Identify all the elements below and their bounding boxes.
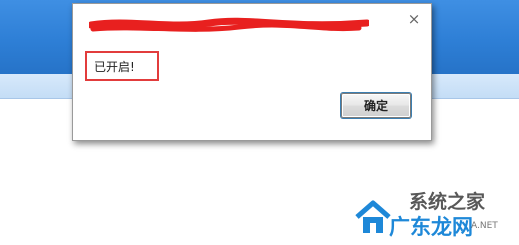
alert-message: 已开启! bbox=[94, 59, 135, 74]
house-logo-icon bbox=[355, 200, 391, 233]
watermark-line2: 广东龙网 bbox=[389, 215, 473, 239]
screen: × 已开启! 确定 系统之家 广东龙网 A.NET bbox=[0, 0, 519, 245]
alert-dialog: × 已开启! 确定 bbox=[72, 3, 432, 141]
close-icon[interactable]: × bbox=[407, 12, 421, 27]
redaction-scribble bbox=[89, 17, 369, 32]
message-highlight-box: 已开启! bbox=[85, 51, 159, 81]
site-watermark: 系统之家 广东龙网 A.NET bbox=[353, 187, 513, 241]
watermark-url: A.NET bbox=[471, 221, 498, 231]
ok-button[interactable]: 确定 bbox=[341, 93, 411, 118]
watermark-line1: 系统之家 bbox=[409, 191, 486, 213]
